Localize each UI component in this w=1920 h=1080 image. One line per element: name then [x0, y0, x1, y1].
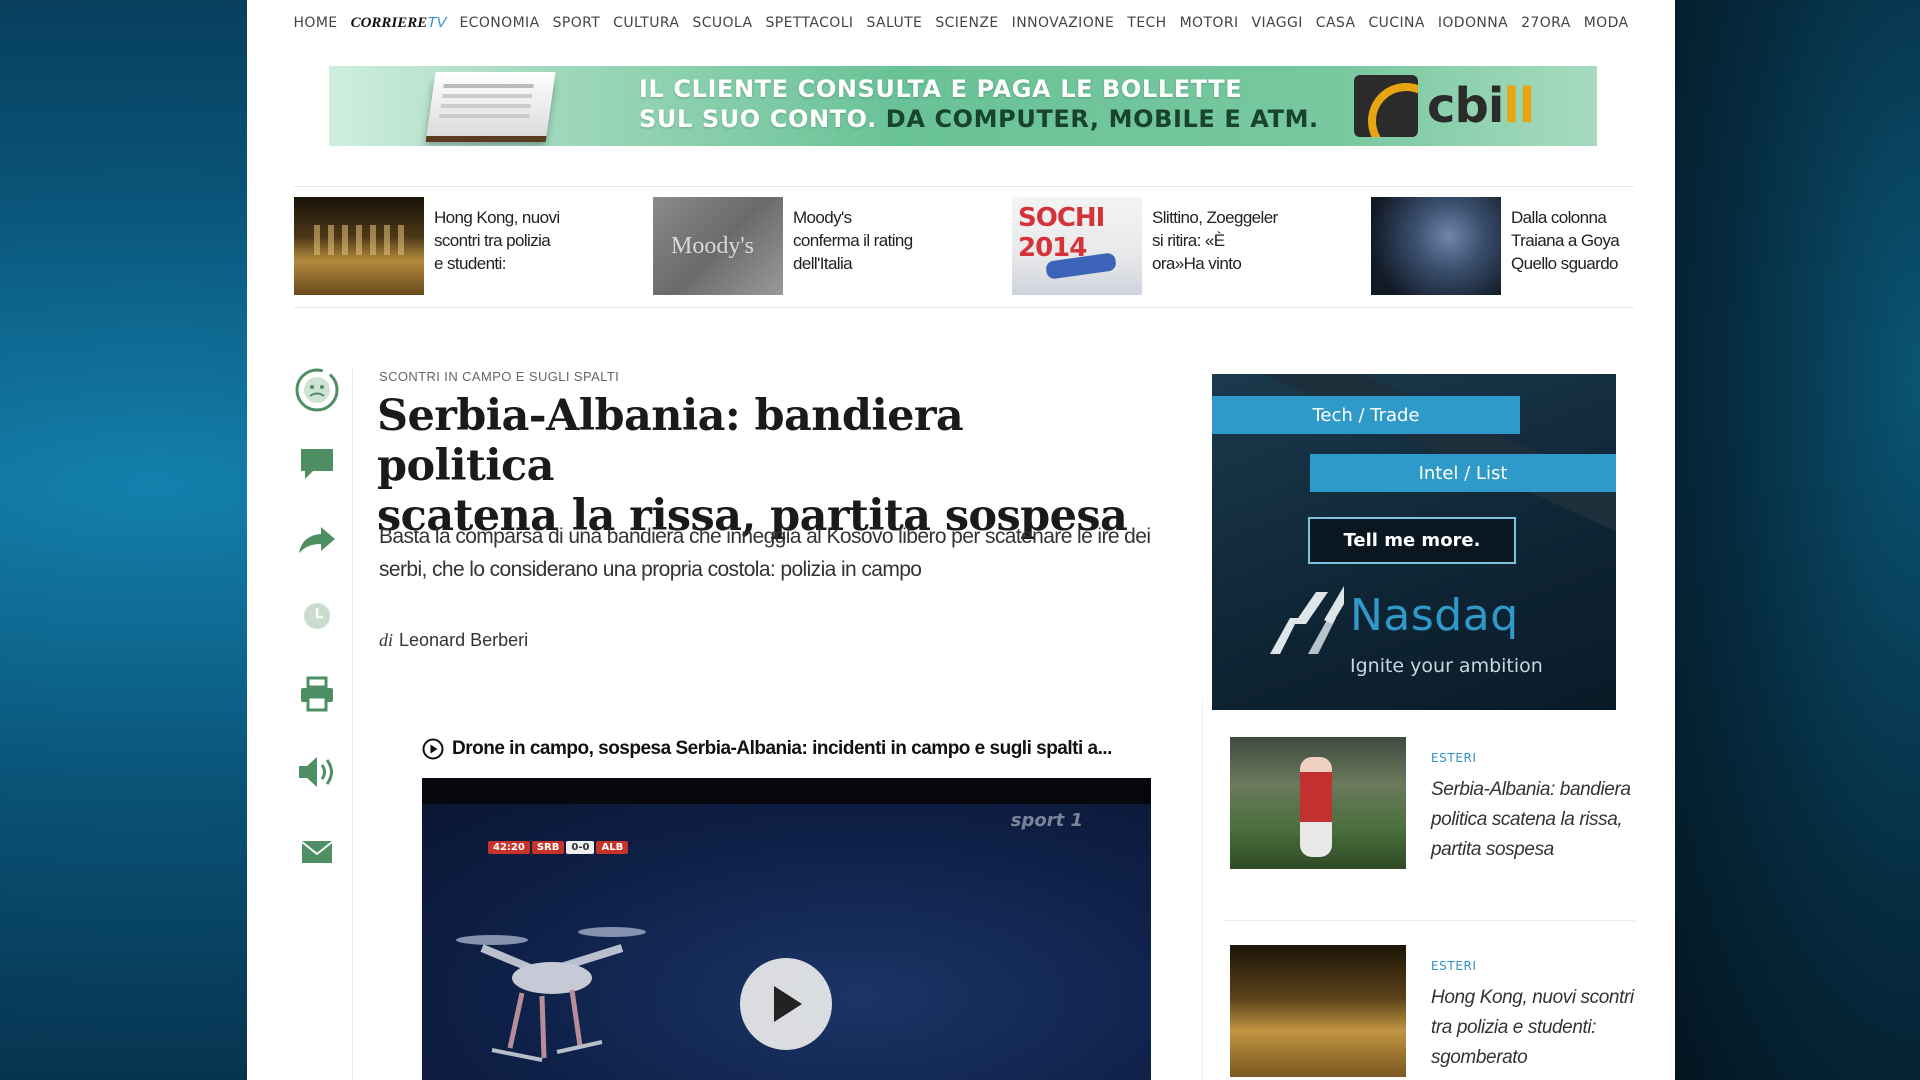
- nav-scienze[interactable]: SCIENZE: [935, 15, 998, 31]
- score-time: 42:20: [488, 840, 530, 854]
- column-divider: [1202, 700, 1203, 1080]
- comment-icon[interactable]: [292, 442, 342, 486]
- author-link[interactable]: Leonard Berberi: [399, 630, 528, 650]
- nav-economia[interactable]: ECONOMIA: [459, 15, 539, 31]
- ad-pill-intel-list: Intel / List: [1310, 454, 1616, 492]
- cbill-logo-accent: ll: [1503, 78, 1535, 134]
- clock-icon[interactable]: [292, 594, 342, 638]
- related-category[interactable]: ESTERI: [1431, 751, 1477, 765]
- teaser-item[interactable]: SOCHI 2014 Slittino, Zoeggeler si ritira…: [1012, 197, 1312, 295]
- teaser-title[interactable]: Hong Kong, nuovi scontri tra polizia e s…: [434, 206, 562, 275]
- banner-line-2: SUL SUO CONTO. DA COMPUTER, MOBILE E ATM…: [639, 104, 1319, 134]
- browser-page: HOME CORRIERETV ECONOMIA SPORT CULTURA S…: [247, 0, 1675, 1080]
- nav-corriere-tv[interactable]: CORRIERETV: [351, 14, 447, 32]
- nav-home[interactable]: HOME: [293, 15, 337, 31]
- audio-icon[interactable]: [292, 750, 342, 794]
- video-play-button[interactable]: [740, 958, 832, 1050]
- nav-moda[interactable]: MODA: [1584, 15, 1629, 31]
- teaser-title[interactable]: Dalla colonna Traiana a Goya Quello sgua…: [1511, 206, 1639, 275]
- thumb-sochi-logo: SOCHI 2014: [1018, 203, 1105, 263]
- top-navigation: HOME CORRIERETV ECONOMIA SPORT CULTURA S…: [247, 10, 1675, 36]
- play-circle-icon: [422, 738, 444, 760]
- teaser-thumbnail[interactable]: [294, 197, 424, 295]
- nasdaq-ad[interactable]: Tech / Trade Intel / List Tell me more. …: [1212, 374, 1616, 710]
- score-away: ALB: [596, 840, 629, 854]
- article-summary: Basta la comparsa di una bandiera che in…: [379, 525, 1151, 581]
- nav-tech[interactable]: TECH: [1127, 15, 1166, 31]
- bills-stack-image: [426, 72, 556, 136]
- teaser-item[interactable]: Hong Kong, nuovi scontri tra polizia e s…: [294, 197, 594, 295]
- related-divider: [1225, 920, 1635, 921]
- article-headline: Serbia-Albania: bandiera politica scaten…: [377, 391, 1147, 541]
- background-right: [1675, 0, 1920, 1080]
- nav-motori[interactable]: MOTORI: [1180, 15, 1239, 31]
- channel-logo: sport 1: [1010, 810, 1083, 831]
- related-thumbnail[interactable]: [1230, 737, 1406, 869]
- teaser-thumbnail[interactable]: [1371, 197, 1501, 295]
- thumb-moodys-logo: Moody's: [671, 233, 755, 259]
- play-icon: [774, 986, 802, 1022]
- banner-line-2b: DA COMPUTER, MOBILE E ATM.: [885, 105, 1319, 133]
- score-home: SRB: [531, 840, 565, 854]
- related-title[interactable]: Serbia-Albania: bandiera politica scaten…: [1431, 775, 1636, 865]
- mood-icon[interactable]: [292, 368, 342, 412]
- nav-casa[interactable]: CASA: [1316, 15, 1356, 31]
- nav-27ora[interactable]: 27ORA: [1521, 15, 1571, 31]
- cbill-logo-icon: [1354, 75, 1418, 137]
- banner-line-1: IL CLIENTE CONSULTA E PAGA LE BOLLETTE: [639, 75, 1243, 103]
- video-player[interactable]: 42:20 SRB 0-0 ALB sport 1: [422, 778, 1151, 1080]
- share-arrow-icon[interactable]: [292, 518, 342, 562]
- article-byline: di Leonard Berberi: [379, 630, 528, 651]
- nav-iodonna[interactable]: IODONNA: [1438, 15, 1508, 31]
- email-icon[interactable]: [292, 830, 342, 874]
- nasdaq-wordmark: Nasdaq: [1350, 590, 1519, 641]
- score-value: 0-0: [566, 840, 595, 854]
- nav-sport[interactable]: SPORT: [553, 15, 601, 31]
- ad-cta-button[interactable]: Tell me more.: [1308, 517, 1516, 564]
- nav-salute[interactable]: SALUTE: [866, 15, 922, 31]
- related-item[interactable]: ESTERI Serbia-Albania: bandiera politica…: [1230, 737, 1634, 897]
- nav-spettacoli[interactable]: SPETTACOLI: [765, 15, 853, 31]
- video-title-text: Drone in campo, sospesa Serbia-Albania: …: [452, 738, 1112, 759]
- nav-cucina[interactable]: CUCINA: [1368, 15, 1424, 31]
- teaser-title[interactable]: Slittino, Zoeggeler si ritira: «È ora»Ha…: [1152, 206, 1280, 275]
- ad-pill-tech-trade: Tech / Trade: [1212, 396, 1520, 434]
- teaser-title[interactable]: Moody's conferma il rating dell'Italia: [793, 206, 921, 275]
- drone-image: [456, 927, 646, 1062]
- related-item[interactable]: ESTERI Hong Kong, nuovi scontri tra poli…: [1230, 945, 1634, 1080]
- cbill-logo-main: cbi: [1427, 78, 1504, 134]
- nav-viaggi[interactable]: VIAGGI: [1252, 15, 1303, 31]
- video-title[interactable]: Drone in campo, sospesa Serbia-Albania: …: [422, 738, 1112, 760]
- byline-prefix: di: [379, 630, 394, 650]
- teaser-strip: Hong Kong, nuovi scontri tra polizia e s…: [294, 186, 1634, 308]
- cbill-logo: cbill: [1427, 78, 1535, 134]
- score-overlay: 42:20 SRB 0-0 ALB: [488, 838, 629, 856]
- headline-line-1: Serbia-Albania: bandiera politica: [377, 391, 964, 491]
- nav-cultura[interactable]: CULTURA: [613, 15, 679, 31]
- banner-line-2a: SUL SUO CONTO.: [639, 105, 877, 133]
- brand-tv: TV: [427, 14, 447, 31]
- article-kicker: SCONTRI IN CAMPO E SUGLI SPALTI: [379, 369, 620, 384]
- related-thumbnail[interactable]: [1230, 945, 1406, 1077]
- teaser-item[interactable]: Moody's Moody's conferma il rating dell'…: [653, 197, 953, 295]
- related-title[interactable]: Hong Kong, nuovi scontri tra polizia e s…: [1431, 983, 1636, 1073]
- brand-corriere: CORRIERE: [350, 15, 428, 31]
- nav-innovazione[interactable]: INNOVAZIONE: [1012, 15, 1115, 31]
- teaser-item[interactable]: Dalla colonna Traiana a Goya Quello sgua…: [1371, 197, 1671, 295]
- nasdaq-logo-icon: [1270, 586, 1344, 654]
- teaser-thumbnail[interactable]: SOCHI 2014: [1012, 197, 1142, 295]
- banner-ad[interactable]: IL CLIENTE CONSULTA E PAGA LE BOLLETTE S…: [329, 66, 1597, 146]
- nav-scuola[interactable]: SCUOLA: [692, 15, 752, 31]
- related-category[interactable]: ESTERI: [1431, 959, 1477, 973]
- teaser-thumbnail[interactable]: Moody's: [653, 197, 783, 295]
- ad-tagline: Ignite your ambition: [1350, 655, 1543, 677]
- banner-text: IL CLIENTE CONSULTA E PAGA LE BOLLETTE S…: [639, 74, 1319, 134]
- share-sidebar: [292, 368, 353, 1080]
- print-icon[interactable]: [292, 672, 342, 716]
